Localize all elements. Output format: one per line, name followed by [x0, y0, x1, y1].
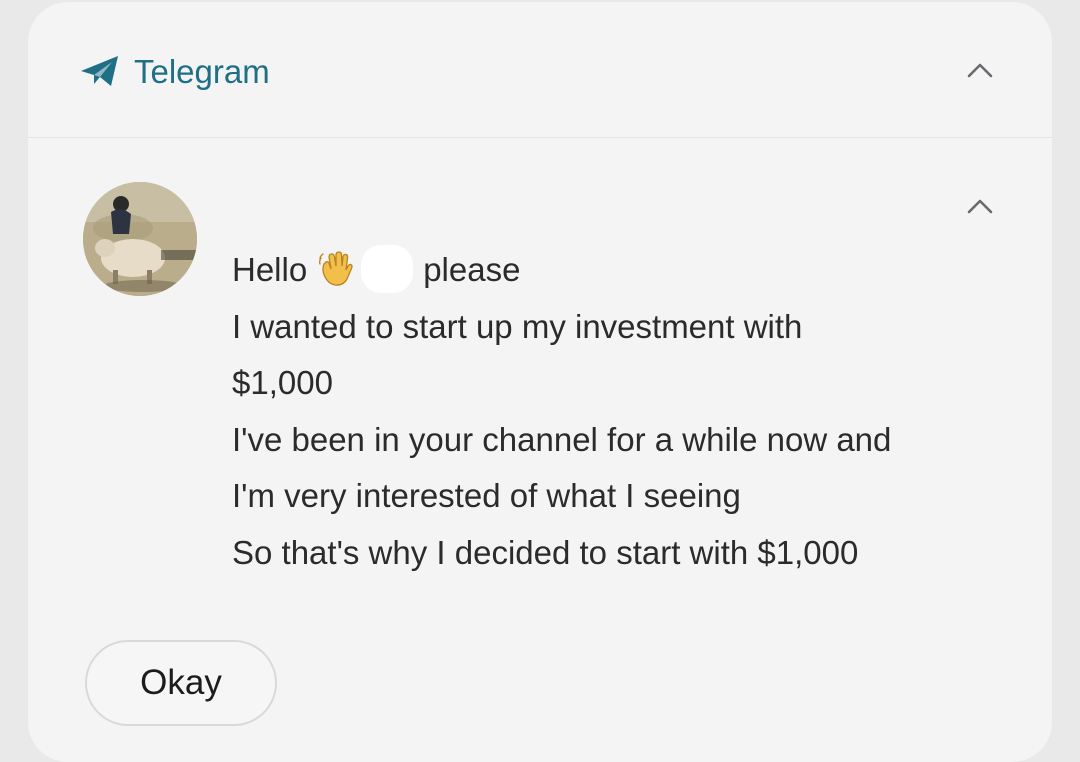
message-line: So that's why I decided to start with $1… [232, 533, 859, 571]
okay-button[interactable]: Okay [85, 640, 277, 726]
waving-hand-icon [317, 249, 355, 287]
redacted-name [361, 245, 414, 293]
collapse-notification-button[interactable] [958, 48, 1002, 92]
collapse-message-button[interactable] [958, 184, 1002, 228]
message-line: I've been in your channel for a while no… [232, 420, 892, 458]
sender-name-hidden [232, 182, 352, 204]
notification-header: Telegram [28, 2, 1052, 138]
chevron-up-icon [967, 63, 993, 78]
app-name-label: Telegram [134, 53, 270, 90]
message-line: $1,000 [232, 364, 333, 401]
telegram-send-icon [80, 54, 120, 88]
message-text: Hello please I wanted to start up my inv… [232, 242, 992, 581]
message-line: I'm very interested of what I seeing [232, 477, 741, 514]
message-line-greeting: Hello please [232, 242, 992, 299]
sender-avatar [83, 182, 197, 296]
greeting-text: Hello [232, 251, 308, 288]
message-line: I wanted to start up my investment with [232, 307, 803, 345]
chevron-up-icon [967, 199, 993, 214]
greeting-suffix: please [423, 251, 521, 288]
notification-card[interactable]: Telegram Hello please I wanted to start … [28, 2, 1052, 762]
